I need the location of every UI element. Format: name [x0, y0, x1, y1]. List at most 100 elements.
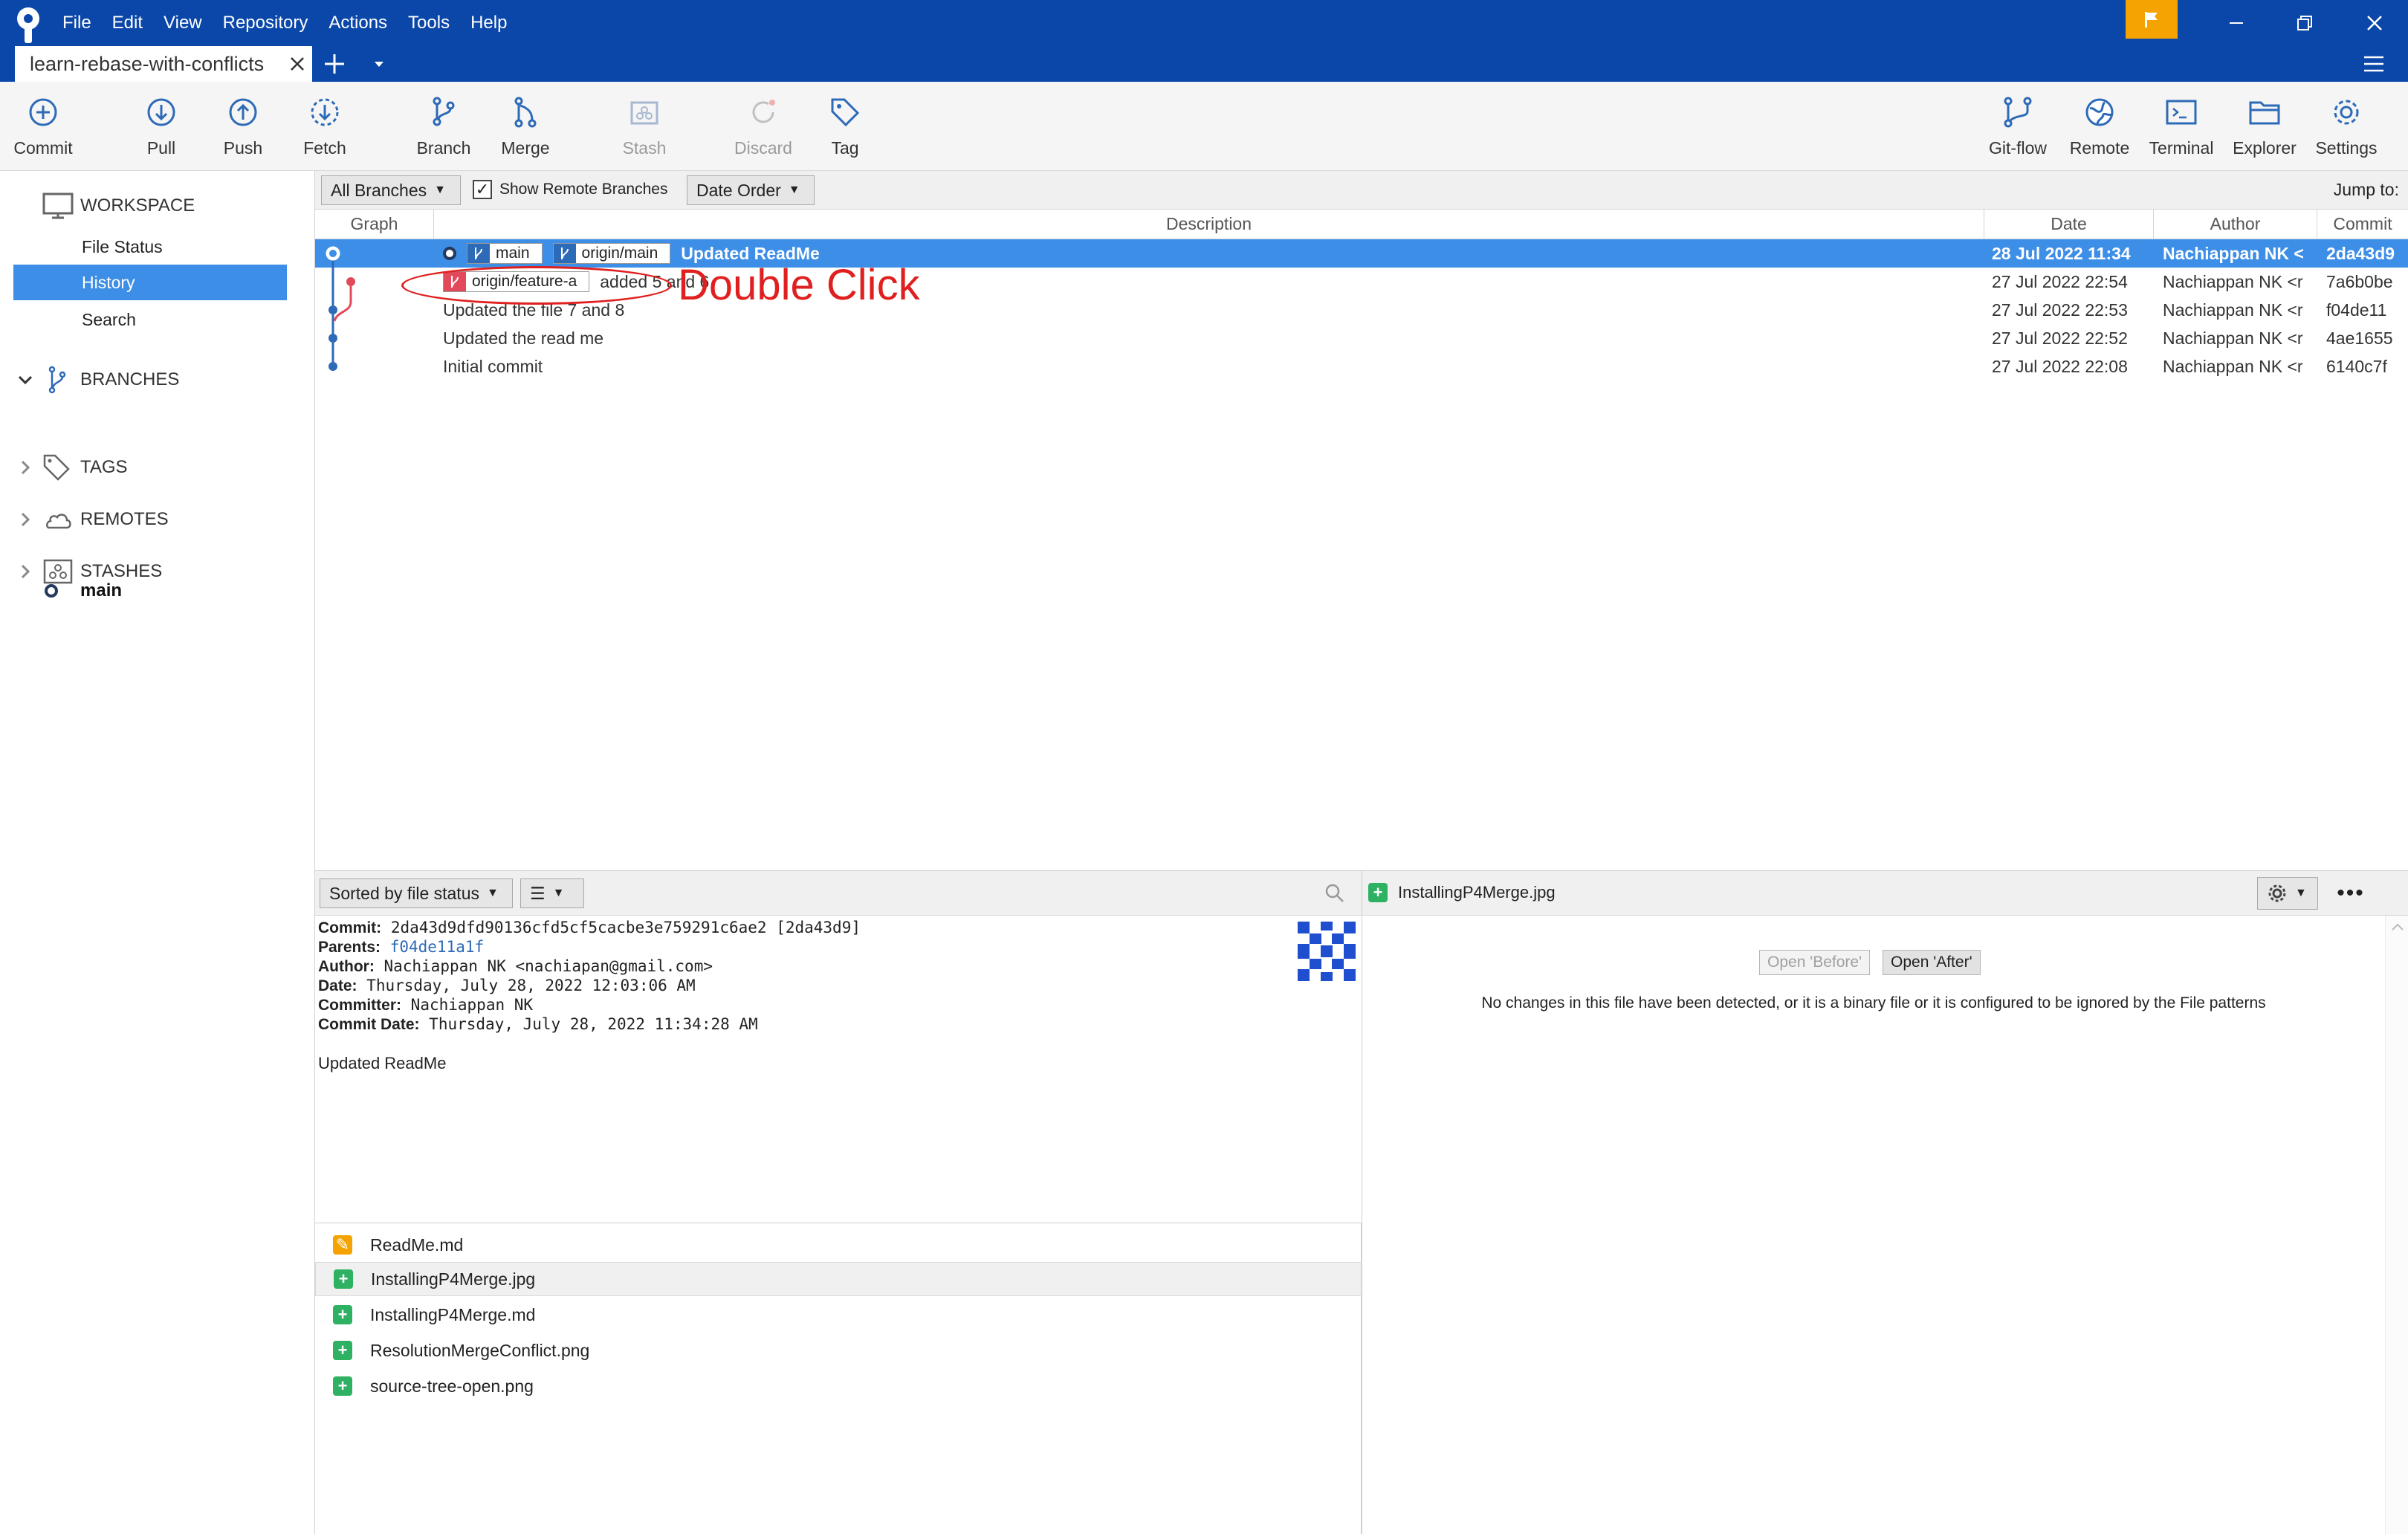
more-icon: •••	[2337, 881, 2365, 905]
view-mode-select[interactable]: ☰ ▼	[520, 878, 584, 908]
commit-author: Nachiappan NK <r	[2163, 271, 2303, 291]
file-row[interactable]: + source-tree-open.png	[315, 1369, 1362, 1403]
terminal-label: Terminal	[2149, 138, 2214, 158]
commit-row[interactable]: Updated the file 7 and 8 27 Jul 2022 22:…	[315, 296, 2408, 324]
search-icon[interactable]	[1324, 883, 1345, 904]
stash-button[interactable]: Stash	[603, 95, 685, 166]
chevron-right-icon[interactable]	[16, 459, 34, 476]
show-remote-branches-label: Show Remote Branches	[499, 181, 668, 198]
terminal-button[interactable]: Terminal	[2140, 95, 2222, 166]
commit-message: Initial commit	[443, 356, 543, 376]
diff-scrollbar[interactable]	[2385, 916, 2408, 1534]
discard-button[interactable]: Discard	[722, 95, 804, 166]
column-author[interactable]: Author	[2154, 210, 2317, 239]
column-commit[interactable]: Commit	[2317, 210, 2408, 239]
commit-row[interactable]: main origin/main Updated ReadMe 28 Jul 2…	[315, 239, 2408, 268]
minimize-button[interactable]	[2203, 0, 2270, 46]
branch-icon	[433, 97, 455, 126]
sidebar-item-search[interactable]: Search	[13, 302, 287, 337]
column-description[interactable]: Description	[434, 210, 1984, 239]
commit-button[interactable]: Commit	[2, 95, 84, 166]
repo-tab-label: learn-rebase-with-conflicts	[30, 52, 265, 75]
commit-message-body: Updated ReadMe	[318, 1054, 447, 1072]
menu-edit[interactable]: Edit	[112, 13, 143, 33]
sourcetree-logo-icon	[17, 7, 39, 43]
diff-options-button[interactable]: ▼	[2257, 877, 2318, 910]
commit-date: 27 Jul 2022 22:53	[1992, 300, 2128, 320]
show-remote-branches-toggle[interactable]: ✓ Show Remote Branches	[473, 180, 667, 199]
git-flow-button[interactable]: Git-flow	[1977, 95, 2059, 166]
remote-button[interactable]: Remote	[2059, 95, 2140, 166]
restore-button[interactable]	[2271, 0, 2338, 46]
head-marker-icon	[443, 247, 456, 260]
branch-filter-select[interactable]: All Branches ▼	[321, 175, 461, 205]
column-date[interactable]: Date	[1984, 210, 2154, 239]
menu-actions[interactable]: Actions	[328, 13, 387, 33]
merge-button[interactable]: Merge	[485, 95, 566, 166]
fetch-button[interactable]: Fetch	[284, 95, 366, 166]
menu-repository[interactable]: Repository	[223, 13, 308, 33]
menu-tools[interactable]: Tools	[408, 13, 450, 33]
settings-button[interactable]: Settings	[2305, 95, 2387, 166]
close-window-button[interactable]	[2341, 0, 2408, 46]
file-row[interactable]: + ResolutionMergeConflict.png	[315, 1333, 1362, 1368]
author-value: Nachiappan NK <nachiapan@gmail.com>	[383, 957, 713, 975]
open-before-button[interactable]: Open 'Before'	[1759, 950, 1871, 975]
diff-content: Open 'Before' Open 'After' No changes in…	[1362, 916, 2408, 1534]
remote-branch-icon	[553, 244, 576, 263]
pull-button[interactable]: Pull	[120, 95, 202, 166]
added-file-icon: +	[334, 1269, 353, 1289]
stashes-section[interactable]: STASHES	[0, 553, 315, 590]
merge-icon	[514, 97, 537, 128]
branch-button[interactable]: Branch	[403, 95, 485, 166]
scroll-up-icon[interactable]	[2390, 922, 2405, 932]
menu-help[interactable]: Help	[470, 13, 507, 33]
commit-author: Nachiappan NK <r	[2163, 356, 2303, 376]
branch-label-main[interactable]: main	[467, 243, 543, 264]
sidebar-item-file-status[interactable]: File Status	[13, 229, 287, 265]
commit-row[interactable]: Updated the read me 27 Jul 2022 22:52 Na…	[315, 324, 2408, 352]
menu-view[interactable]: View	[164, 13, 202, 33]
stash-icon	[43, 559, 73, 584]
push-button[interactable]: Push	[202, 95, 284, 166]
chevron-right-icon[interactable]	[16, 563, 34, 580]
more-options-button[interactable]: •••	[2333, 880, 2369, 907]
new-tab-button[interactable]	[320, 49, 349, 79]
column-graph[interactable]: Graph	[315, 210, 434, 239]
branch-label-origin-main[interactable]: origin/main	[552, 243, 671, 264]
double-click-annotation: Double Click	[678, 261, 920, 309]
commit-row[interactable]: Initial commit 27 Jul 2022 22:08 Nachiap…	[315, 352, 2408, 381]
tags-section[interactable]: TAGS	[0, 449, 315, 486]
graph-node	[328, 334, 337, 343]
file-row[interactable]: ✎ ReadMe.md	[315, 1228, 1362, 1262]
tag-button[interactable]: Tag	[804, 95, 886, 166]
sidebar-item-history[interactable]: History	[13, 265, 287, 300]
explorer-button[interactable]: Explorer	[2224, 95, 2305, 166]
chevron-right-icon[interactable]	[16, 511, 34, 528]
branch-label: Branch	[416, 138, 471, 158]
tab-list-dropdown[interactable]	[364, 49, 394, 79]
git-flow-label: Git-flow	[1989, 138, 2047, 158]
repo-tab[interactable]: learn-rebase-with-conflicts	[15, 46, 312, 82]
file-name: InstallingP4Merge.md	[370, 1304, 536, 1324]
file-row[interactable]: + InstallingP4Merge.jpg	[315, 1262, 1362, 1296]
title-bar: File Edit View Repository Actions Tools …	[0, 0, 2408, 82]
checkbox-checked-icon[interactable]: ✓	[473, 180, 492, 199]
menu-file[interactable]: File	[62, 13, 91, 33]
order-select[interactable]: Date Order ▼	[687, 175, 815, 205]
minimize-icon	[2230, 22, 2243, 24]
notification-flag-button[interactable]	[2126, 0, 2178, 39]
workspace-section: WORKSPACE	[0, 187, 315, 224]
file-row[interactable]: + InstallingP4Merge.md	[315, 1298, 1362, 1332]
chevron-down-icon: ▼	[487, 887, 499, 899]
open-after-button[interactable]: Open 'After'	[1883, 950, 1981, 975]
chevron-down-icon[interactable]	[16, 371, 34, 389]
parent-link[interactable]: f04de11a1f	[390, 938, 484, 956]
file-sort-select[interactable]: Sorted by file status ▼	[320, 878, 513, 908]
tab-close-button[interactable]	[282, 49, 312, 79]
hamburger-menu-button[interactable]	[2359, 49, 2389, 79]
file-name: source-tree-open.png	[370, 1376, 534, 1396]
branches-section[interactable]: BRANCHES	[0, 361, 315, 398]
stashes-title: STASHES	[80, 561, 163, 581]
remotes-section[interactable]: REMOTES	[0, 501, 315, 538]
